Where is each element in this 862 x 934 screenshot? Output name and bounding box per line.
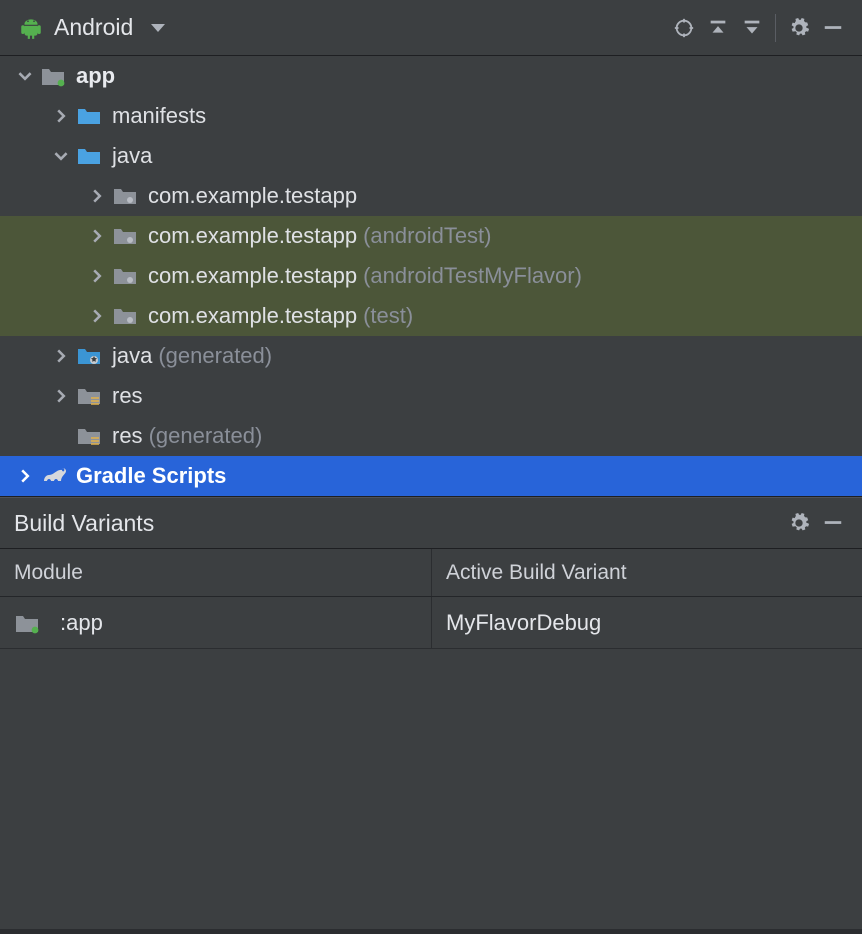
hide-button[interactable] xyxy=(816,11,850,45)
chevron-right-icon[interactable] xyxy=(88,267,106,285)
tree-node-label: app xyxy=(76,63,115,89)
chevron-right-icon[interactable] xyxy=(88,307,106,325)
tree-node-suffix: (generated) xyxy=(149,423,263,449)
tree-node-java[interactable]: java xyxy=(0,136,862,176)
project-view-toolbar: Android xyxy=(0,0,862,56)
tree-node-suffix: (test) xyxy=(363,303,413,329)
panel-settings-button[interactable] xyxy=(782,506,816,540)
tree-node-label: com.example.testapp xyxy=(148,183,357,209)
variant-cell-label: MyFlavorDebug xyxy=(446,610,601,636)
build-variants-table-row[interactable]: :app MyFlavorDebug xyxy=(0,597,862,649)
folder-icon xyxy=(76,103,102,129)
module-cell-label: :app xyxy=(60,610,103,636)
build-variants-table-header: Module Active Build Variant xyxy=(0,549,862,597)
build-variants-empty-area xyxy=(0,649,862,929)
resource-folder-icon xyxy=(76,383,102,409)
tree-node-label: com.example.testapp xyxy=(148,303,357,329)
folder-icon xyxy=(76,143,102,169)
chevron-right-icon[interactable] xyxy=(52,107,70,125)
tree-node-suffix: (androidTest) xyxy=(363,223,491,249)
settings-button[interactable] xyxy=(782,11,816,45)
android-icon xyxy=(18,15,44,41)
gradle-icon xyxy=(40,463,66,489)
tree-node-label: Gradle Scripts xyxy=(76,463,226,489)
toolbar-separator xyxy=(775,14,776,42)
tree-node-label: java xyxy=(112,343,152,369)
expand-all-button[interactable] xyxy=(701,11,735,45)
dropdown-arrow-icon[interactable] xyxy=(151,24,165,32)
tree-node-label: com.example.testapp xyxy=(148,223,357,249)
tree-node-suffix: (androidTestMyFlavor) xyxy=(363,263,582,289)
tree-node-label: com.example.testapp xyxy=(148,263,357,289)
generated-folder-icon xyxy=(76,343,102,369)
column-header-variant[interactable]: Active Build Variant xyxy=(432,549,862,596)
tree-node-package-main[interactable]: com.example.testapp xyxy=(0,176,862,216)
chevron-right-icon[interactable] xyxy=(88,187,106,205)
chevron-down-icon[interactable] xyxy=(52,147,70,165)
select-opened-file-button[interactable] xyxy=(667,11,701,45)
chevron-right-icon[interactable] xyxy=(16,467,34,485)
column-header-module[interactable]: Module xyxy=(0,549,432,596)
tree-node-package-androidtest[interactable]: com.example.testapp (androidTest) xyxy=(0,216,862,256)
tree-node-label: java xyxy=(112,143,152,169)
collapse-all-button[interactable] xyxy=(735,11,769,45)
tree-node-res[interactable]: res xyxy=(0,376,862,416)
package-folder-icon xyxy=(112,303,138,329)
variant-cell[interactable]: MyFlavorDebug xyxy=(432,597,862,648)
package-folder-icon xyxy=(112,183,138,209)
tree-node-gradle-scripts[interactable]: Gradle Scripts xyxy=(0,456,862,496)
module-folder-icon xyxy=(40,63,66,89)
tree-node-label: res xyxy=(112,423,143,449)
tree-node-manifests[interactable]: manifests xyxy=(0,96,862,136)
tree-node-suffix: (generated) xyxy=(158,343,272,369)
tree-node-app[interactable]: app xyxy=(0,56,862,96)
package-folder-icon xyxy=(112,263,138,289)
chevron-down-icon[interactable] xyxy=(16,67,34,85)
module-folder-icon xyxy=(14,610,40,636)
panel-title: Build Variants xyxy=(14,510,154,537)
module-cell[interactable]: :app xyxy=(0,597,432,648)
tree-node-package-androidtestflavor[interactable]: com.example.testapp (androidTestMyFlavor… xyxy=(0,256,862,296)
chevron-right-icon[interactable] xyxy=(52,347,70,365)
tree-node-java-generated[interactable]: java (generated) xyxy=(0,336,862,376)
panel-hide-button[interactable] xyxy=(816,506,850,540)
resource-folder-icon xyxy=(76,423,102,449)
chevron-right-icon[interactable] xyxy=(52,387,70,405)
project-view-selector-label[interactable]: Android xyxy=(54,14,133,41)
tree-node-package-test[interactable]: com.example.testapp (test) xyxy=(0,296,862,336)
package-folder-icon xyxy=(112,223,138,249)
chevron-right-icon[interactable] xyxy=(88,227,106,245)
tree-node-label: res xyxy=(112,383,143,409)
tree-node-res-generated[interactable]: res (generated) xyxy=(0,416,862,456)
tree-node-label: manifests xyxy=(112,103,206,129)
build-variants-panel-header: Build Variants xyxy=(0,497,862,549)
project-tree[interactable]: app manifests java com.example.testapp xyxy=(0,56,862,497)
